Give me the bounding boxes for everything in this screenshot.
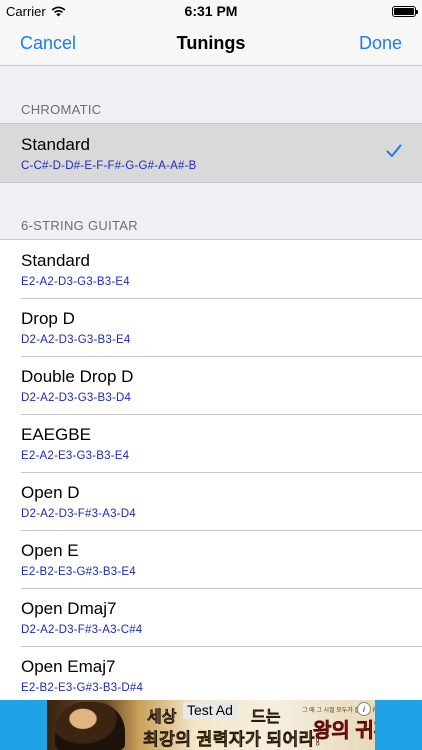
tuning-notes: D2-A2-D3-G3-B3-E4 [21,334,131,346]
tuning-row-eaegbe[interactable]: EAEGBE E2-A2-E3-G3-B3-E4 [0,414,422,472]
tuning-name: Open Emaj7 [21,657,116,676]
tuning-row-double-drop-d[interactable]: Double Drop D D2-A2-D3-G3-B3-D4 [0,356,422,414]
tuning-notes: D2-A2-D3-F#3-A3-D4 [21,508,136,520]
ad-headline-line2: 최강의 권력자가 되어라! [143,730,322,750]
section-header-chromatic: CHROMATIC [21,102,102,117]
section-chromatic: Standard C-C#-D-D#-E-F-F#-G-G#-A-A#-B [0,123,422,183]
wifi-icon [51,6,66,16]
tuning-notes: D2-A2-D3-G3-B3-D4 [21,392,132,404]
ad-headline-right: 드는 [251,709,281,727]
tuning-row-open-e[interactable]: Open E E2-B2-E3-G#3-B3-E4 [0,530,422,588]
section-header-6-string-guitar: 6-STRING GUITAR [21,218,138,233]
tunings-list[interactable]: CHROMATIC Standard C-C#-D-D#-E-F-F#-G-G#… [0,67,422,700]
ad-banner[interactable]: 세상 드는 Test Ad 최강의 권력자가 되어라! 그 때 그 시절 모두가… [0,700,422,750]
status-bar: Carrier 6:31 PM [0,0,422,22]
tuning-row-drop-d[interactable]: Drop D D2-A2-D3-G3-B3-E4 [0,298,422,356]
section-6-string-guitar: Standard E2-A2-D3-G3-B3-E4 Drop D D2-A2-… [0,239,422,700]
ad-character-art [55,702,125,750]
cancel-button[interactable]: Cancel [20,33,76,54]
tuning-notes: E2-B2-E3-G#3-B3-D#4 [21,682,144,694]
ad-image[interactable]: 세상 드는 Test Ad 최강의 권력자가 되어라! 그 때 그 시절 모두가… [47,700,375,750]
tuning-name: Double Drop D [21,367,134,386]
done-button[interactable]: Done [359,33,402,54]
navigation-bar: Cancel Tunings Done [0,22,422,66]
tuning-name: Standard [21,135,90,154]
tuning-row-open-d[interactable]: Open D D2-A2-D3-F#3-A3-D4 [0,472,422,530]
tuning-name: Open E [21,541,79,560]
tuning-row-standard[interactable]: Standard E2-A2-D3-G3-B3-E4 [0,240,422,298]
carrier-label: Carrier [6,3,46,19]
tuning-notes: D2-A2-D3-F#3-A3-C#4 [21,624,143,636]
tuning-row-open-emaj7[interactable]: Open Emaj7 E2-B2-E3-G#3-B3-D#4 [0,646,422,700]
tuning-notes: E2-B2-E3-G#3-B3-E4 [21,566,136,578]
tuning-row-open-dmaj7[interactable]: Open Dmaj7 D2-A2-D3-F#3-A3-C#4 [0,588,422,646]
ad-headline-line1: 세상 드는 [147,703,281,727]
tuning-name: Open D [21,483,80,502]
ad-headline-left: 세상 [147,709,177,727]
test-ad-label: Test Ad [183,702,237,719]
ad-game-logo: 왕의 귀환 [313,720,375,743]
battery-level [394,7,414,15]
tuning-notes: C-C#-D-D#-E-F-F#-G-G#-A-A#-B [21,160,197,172]
ad-info-icon[interactable]: i [357,702,371,716]
battery-icon [392,5,418,17]
tuning-name: EAEGBE [21,425,91,444]
checkmark-icon [386,144,402,157]
tuning-name: Standard [21,251,90,270]
status-left: Carrier [6,4,66,19]
tuning-notes: E2-A2-E3-G3-B3-E4 [21,450,130,462]
tuning-row-chromatic-standard[interactable]: Standard C-C#-D-D#-E-F-F#-G-G#-A-A#-B [0,124,422,182]
tuning-notes: E2-A2-D3-G3-B3-E4 [21,276,130,288]
tuning-name: Drop D [21,309,75,328]
tuning-name: Open Dmaj7 [21,599,117,618]
